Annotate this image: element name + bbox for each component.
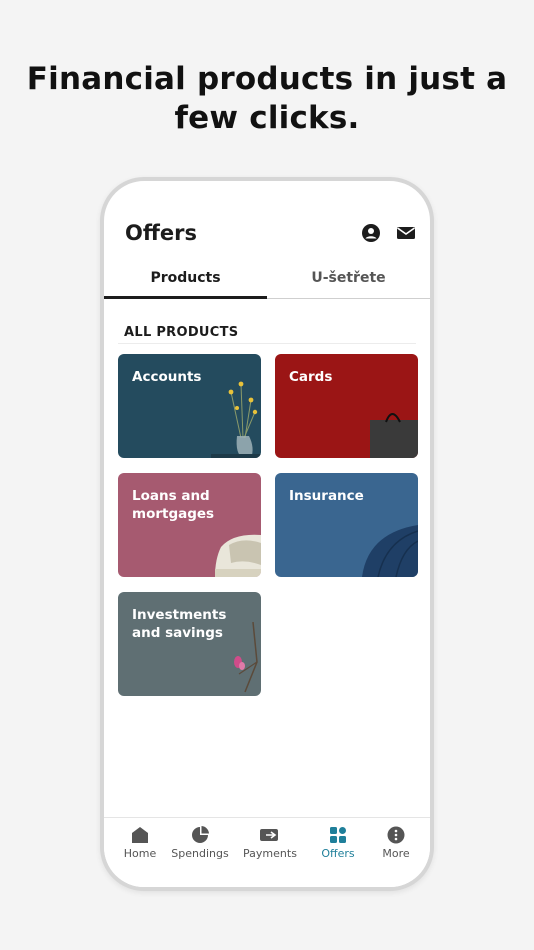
nav-label: Spendings [171, 847, 229, 860]
vase-flowers-image [211, 381, 261, 458]
product-card-loans-and-mortgages[interactable]: Loans and mortgages [118, 473, 261, 577]
payments-icon [260, 829, 278, 841]
phone-frame: Offers Products U-šetřete ALL PRODUCTS A… [100, 177, 434, 891]
nav-offers[interactable]: Offers [307, 826, 369, 860]
armchair-image [215, 534, 261, 577]
nav-spendings[interactable]: Spendings [169, 826, 231, 860]
section-divider [118, 343, 416, 344]
profile-icon[interactable] [361, 223, 381, 243]
tab-u-setrete[interactable]: U-šetřete [267, 265, 430, 299]
product-card-insurance[interactable]: Insurance [275, 473, 418, 577]
nav-label: Payments [243, 847, 297, 860]
card-label: Loans and mortgages [132, 488, 215, 522]
section-label: ALL PRODUCTS [124, 325, 239, 340]
screen-title: Offers [125, 221, 197, 245]
product-card-investments-and-savings[interactable]: Investments and savings [118, 592, 261, 696]
product-card-cards[interactable]: Cards [275, 354, 418, 458]
nav-label: Offers [321, 847, 355, 860]
home-icon [132, 827, 148, 843]
offers-icon [330, 827, 346, 843]
product-card-accounts[interactable]: Accounts [118, 354, 261, 458]
more-icon [387, 826, 405, 844]
card-label: Insurance [289, 488, 364, 504]
mail-icon[interactable] [396, 223, 416, 243]
nav-more[interactable]: More [365, 826, 427, 860]
nav-payments[interactable]: Payments [239, 826, 301, 860]
shopping-bag-image [370, 413, 418, 458]
headline: Financial products in just a few clicks. [26, 61, 508, 136]
bottom-nav: Home Spendings Payments Offers More [104, 817, 430, 887]
umbrella-image [362, 525, 418, 577]
tab-products[interactable]: Products [104, 265, 267, 299]
tab-bar: Products U-šetřete [104, 265, 430, 299]
nav-label: Home [123, 847, 157, 860]
pie-chart-icon [192, 826, 209, 843]
card-label: Cards [289, 369, 333, 385]
nav-label: More [382, 847, 410, 860]
nav-home[interactable]: Home [109, 826, 171, 860]
branch-blossom-image [234, 622, 258, 693]
